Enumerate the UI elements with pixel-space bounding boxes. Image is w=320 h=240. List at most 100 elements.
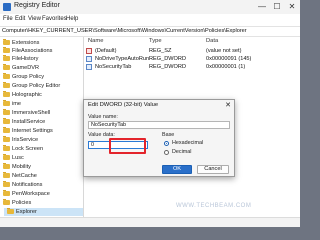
column-header-data[interactable]: Data [206, 38, 218, 44]
folder-icon [3, 100, 10, 106]
value-row[interactable]: NoDriveTypeAutoRun REG_DWORD 0x00000091 … [84, 55, 300, 63]
tree-item[interactable]: IrisService [0, 136, 83, 144]
tree-item-label: FileAssociations [12, 48, 53, 54]
ok-button[interactable]: OK [162, 165, 192, 174]
minimize-button[interactable]: — [255, 1, 269, 13]
tree-item-label: Extensions [12, 40, 40, 46]
address-path: Computer\HKEY_CURRENT_USER\Software\Micr… [2, 28, 247, 34]
folder-icon [3, 190, 10, 196]
tree-item-label: Group Policy [12, 74, 45, 80]
tree-item-label: InstallService [12, 119, 46, 125]
dialog-close-icon[interactable]: ✕ [225, 101, 231, 109]
value-row[interactable]: NoSecurityTab REG_DWORD 0x00000001 (1) [84, 63, 300, 71]
close-button[interactable]: ✕ [285, 1, 299, 13]
value-data-highlight [109, 138, 146, 154]
tree-item[interactable]: Policies [0, 199, 83, 207]
value-data: 0x00000001 (1) [206, 64, 246, 70]
value-row[interactable]: (Default) REG_SZ (value not set) [84, 47, 300, 55]
tree-item[interactable]: GameDVR [0, 64, 83, 72]
dialog-title: Edit DWORD (32-bit) Value [88, 102, 159, 108]
folder-icon [3, 39, 10, 45]
folder-icon [3, 64, 10, 70]
status-bar [0, 217, 300, 227]
folder-icon [3, 47, 10, 53]
menu-favorites[interactable]: Favorites [42, 16, 67, 22]
tree-item[interactable]: Group Policy [0, 73, 83, 81]
menu-edit[interactable]: Edit [15, 16, 25, 22]
decimal-radio[interactable] [164, 150, 169, 155]
registry-editor-icon [3, 3, 11, 11]
tree-item-label: PenWorkspace [12, 191, 50, 197]
tree-item[interactable]: NetCache [0, 172, 83, 180]
string-value-icon [86, 48, 92, 54]
tree-item-label: Internet Settings [12, 128, 53, 134]
tree-item[interactable]: ImmersiveShell [0, 109, 83, 117]
watermark: WWW.TECHBEAM.COM [176, 203, 252, 209]
tree-item[interactable]: Extensions [0, 39, 83, 47]
tree-item[interactable]: Lusc [0, 154, 83, 162]
dword-value-icon [86, 64, 92, 70]
window-title: Registry Editor [14, 2, 60, 9]
tree-item[interactable]: InstallService [0, 118, 83, 126]
column-header-type[interactable]: Type [149, 38, 162, 44]
folder-icon [3, 199, 10, 205]
tree-item-label: ime [12, 101, 22, 107]
folder-icon [3, 136, 10, 142]
menu-view[interactable]: View [28, 16, 41, 22]
hexadecimal-label: Hexadecimal [172, 140, 204, 146]
tree-item-label: Policies [12, 200, 32, 206]
folder-icon [3, 145, 10, 151]
tree-item[interactable]: ime [0, 100, 83, 108]
folder-icon [3, 181, 10, 187]
column-header-name[interactable]: Name [88, 38, 103, 44]
tree-item-label: Group Policy Editor [12, 83, 61, 89]
maximize-button[interactable]: ☐ [270, 1, 284, 13]
folder-icon [3, 73, 10, 79]
tree-item[interactable]: Holographic [0, 91, 83, 99]
tree-item[interactable]: Notifications [0, 181, 83, 189]
value-name-label: Value name: [88, 114, 118, 120]
value-name-field: NoSecurityTab [88, 121, 230, 129]
value-data: 0x00000091 (145) [206, 56, 252, 62]
hexadecimal-radio[interactable] [164, 141, 169, 146]
value-type: REG_DWORD [149, 56, 186, 62]
value-type: REG_SZ [149, 48, 172, 54]
edit-dword-dialog: Edit DWORD (32-bit) Value ✕ Value name: … [83, 99, 235, 177]
tree-item-label: Lock Screen [12, 146, 44, 152]
folder-icon [7, 208, 14, 214]
value-name: NoDriveTypeAutoRun [95, 56, 150, 62]
tree-item-label: ImmersiveShell [12, 110, 51, 116]
folder-icon [3, 163, 10, 169]
tree-item[interactable]: FileAssociations [0, 47, 83, 55]
tree-item-label: Mobility [12, 164, 31, 170]
menu-help[interactable]: Help [66, 16, 78, 22]
menu-bar: File Edit View Favorites Help [0, 14, 300, 26]
tree-item-label: IrisService [12, 137, 39, 143]
tree-item[interactable]: Internet Settings [0, 127, 83, 135]
tree-item-label: Lusc [12, 155, 24, 161]
tree-item[interactable]: FileHistory [0, 55, 83, 63]
folder-icon [3, 55, 10, 61]
menu-file[interactable]: File [3, 16, 13, 22]
decimal-label: Decimal [172, 149, 192, 155]
dword-value-icon [86, 56, 92, 62]
registry-editor-window: Registry Editor — ☐ ✕ File Edit View Fav… [0, 0, 300, 227]
tree-item-label: NetCache [12, 173, 37, 179]
value-type: REG_DWORD [149, 64, 186, 70]
tree-item[interactable]: Lock Screen [0, 145, 83, 153]
value-data: (value not set) [206, 48, 242, 54]
folder-icon [3, 109, 10, 115]
tree-item[interactable]: Group Policy Editor [0, 82, 83, 90]
folder-icon [3, 127, 10, 133]
folder-icon [3, 118, 10, 124]
cancel-button[interactable]: Cancel [197, 165, 229, 174]
value-name: NoSecurityTab [95, 64, 132, 70]
tree-item-explorer[interactable]: Explorer [4, 208, 83, 216]
address-bar[interactable]: Computer\HKEY_CURRENT_USER\Software\Micr… [0, 26, 300, 37]
key-tree: Extensions FileAssociations FileHistory … [0, 37, 84, 217]
value-name: (Default) [95, 48, 117, 54]
folder-icon [3, 154, 10, 160]
base-label: Base [162, 132, 175, 138]
tree-item[interactable]: PenWorkspace [0, 190, 83, 198]
tree-item[interactable]: Mobility [0, 163, 83, 171]
